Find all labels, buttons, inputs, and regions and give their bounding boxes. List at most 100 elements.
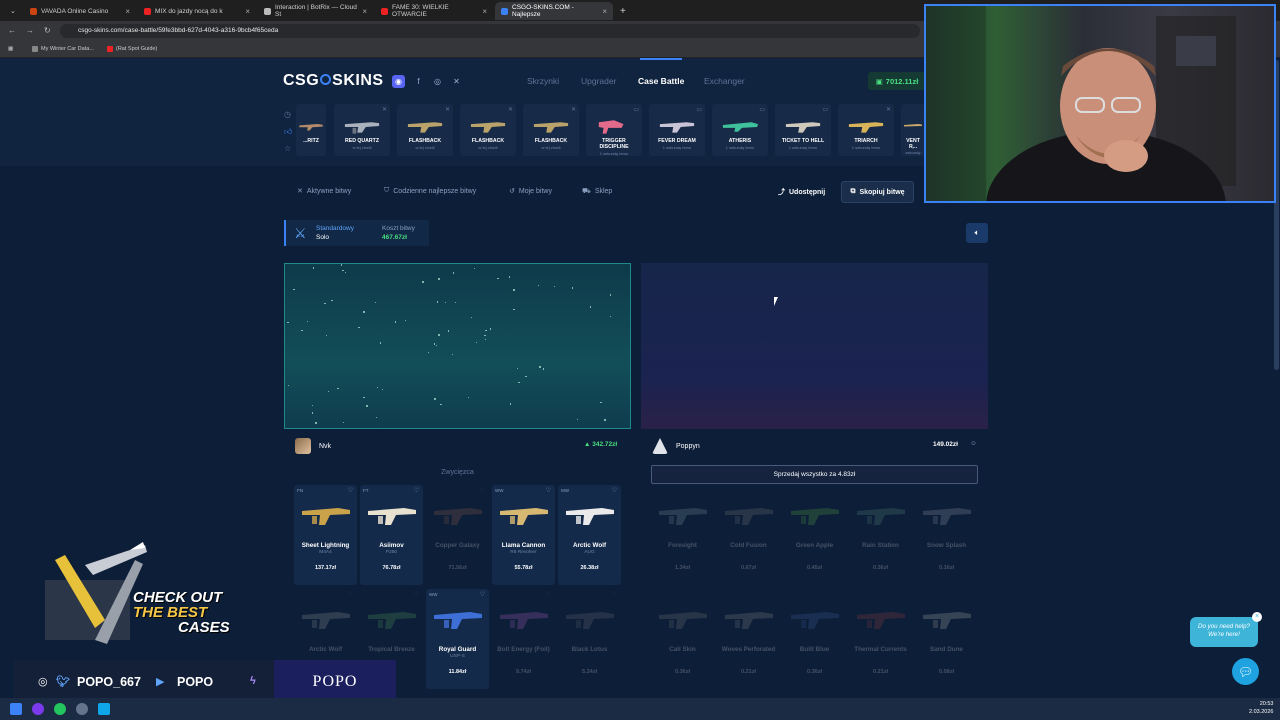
- star-particle: [600, 401, 602, 404]
- nav-skrzynki[interactable]: Skrzynki: [527, 76, 559, 86]
- item-card[interactable]: Sand Dune 0.08zł: [915, 589, 978, 689]
- tab-shop[interactable]: ⛟ Sklep: [582, 187, 612, 196]
- item-card[interactable]: Cali Skin 0.36zł: [651, 589, 714, 689]
- live-drop-card[interactable]: ▭ TRIGGER DISCIPLINE 1 sekundę temu: [586, 104, 642, 156]
- live-drop-card[interactable]: ✕ FLASHBACK w tej chwili: [397, 104, 453, 156]
- close-icon[interactable]: ✕: [382, 106, 387, 113]
- browser-tab[interactable]: Interaction | BotRix — Cloud St ×: [258, 2, 373, 20]
- item-card[interactable]: Rain Station 0.36zł: [849, 485, 912, 585]
- live-drop-card[interactable]: ✕ FLASHBACK w tej chwili: [523, 104, 579, 156]
- heart-icon[interactable]: ♡: [480, 591, 485, 598]
- close-icon[interactable]: ×: [482, 7, 487, 16]
- apps-icon[interactable]: ▦: [8, 46, 13, 52]
- app-icon[interactable]: [98, 703, 110, 715]
- item-card[interactable]: Woves Perforated 0.21zł: [717, 589, 780, 689]
- heart-icon[interactable]: ♡: [612, 487, 617, 494]
- close-icon[interactable]: ×: [362, 7, 367, 16]
- youtube-icon: [107, 46, 113, 52]
- bookmark-item[interactable]: My Winter Car Data...: [32, 46, 94, 52]
- browser-tab-active[interactable]: CSGO-SKINS.COM - Najlepsze ×: [495, 2, 613, 20]
- close-icon[interactable]: ×: [245, 7, 250, 16]
- copy-battle-button[interactable]: ⧉ Skopiuj bitwę: [841, 181, 914, 203]
- system-clock[interactable]: 20:53 2.03.2026: [1249, 700, 1273, 716]
- live-drop-card[interactable]: VENT R... 1 sekundę: [901, 104, 925, 156]
- site-logo[interactable]: CSG SKINS: [283, 72, 384, 90]
- close-icon[interactable]: ✕: [508, 106, 513, 113]
- live-drop-card[interactable]: ▭ FEVER DREAM 1 sekundę temu: [649, 104, 705, 156]
- heart-icon[interactable]: ♡: [546, 591, 551, 598]
- item-card[interactable]: Bulit Blue 0.36zł: [783, 589, 846, 689]
- item-card[interactable]: Green Apple 0.45zł: [783, 485, 846, 585]
- heart-icon[interactable]: ♡: [612, 591, 617, 598]
- sound-toggle-button[interactable]: 🔈︎: [966, 223, 988, 243]
- item-card[interactable]: ♡ Bolt Energy (Foil) 9.74zł: [492, 589, 555, 689]
- item-card[interactable]: Thermal Currents 0.21zł: [849, 589, 912, 689]
- close-icon[interactable]: ×: [125, 7, 130, 16]
- close-icon[interactable]: ✕: [571, 106, 576, 113]
- url-input[interactable]: csgo-skins.com/case-battle/59fe3bbd-627d…: [60, 24, 920, 38]
- live-drop-card[interactable]: ...RITZ: [296, 104, 326, 156]
- item-card[interactable]: WW ♡ Royal Guard USP-S 11.84zł: [426, 589, 489, 689]
- browser-tab[interactable]: FAME 30: WIELKIE OTWARCIE ×: [375, 2, 493, 20]
- item-card[interactable]: WW ♡ Llama Cannon R8 Revolver 55.78zł: [492, 485, 555, 585]
- tab-active-battles[interactable]: ✕ Aktywne bitwy: [297, 187, 351, 196]
- star-icon[interactable]: ☆: [284, 140, 292, 157]
- live-drop-card[interactable]: ✕ RED QUARTZ w tej chwili: [334, 104, 390, 156]
- item-name: Green Apple: [795, 542, 834, 549]
- item-card[interactable]: Cold Fusion 0.67zł: [717, 485, 780, 585]
- help-bubble[interactable]: Do you need help? We're here!: [1190, 617, 1258, 647]
- discord-icon[interactable]: ◉: [392, 75, 405, 88]
- item-card[interactable]: ♡ Black Lotus 5.24zł: [558, 589, 621, 689]
- tab-list-button[interactable]: ⌄: [4, 2, 24, 20]
- thumb-up-icon[interactable]: 👍︎: [284, 123, 292, 140]
- bookmark-item[interactable]: (Rat Spot Guide): [107, 46, 157, 52]
- app-icon[interactable]: [76, 703, 88, 715]
- star-particle: [395, 321, 397, 323]
- item-card[interactable]: Foresight 1.34zł: [651, 485, 714, 585]
- heart-icon[interactable]: ♡: [348, 591, 353, 598]
- browser-tab[interactable]: VAVADA Online Casino ×: [24, 2, 136, 20]
- windows-start-icon[interactable]: [10, 703, 22, 715]
- new-tab-button[interactable]: +: [614, 2, 630, 20]
- nav-exchanger[interactable]: Exchanger: [704, 76, 745, 86]
- sell-all-button[interactable]: Sprzedaj wszystko za 4.83zł: [651, 465, 978, 484]
- share-button[interactable]: ⤴ Udostępnij: [778, 181, 825, 203]
- live-drop-card[interactable]: ✕ TRIARCH 1 sekundę temu: [838, 104, 894, 156]
- emoji-icon[interactable]: ☺: [970, 440, 977, 447]
- forward-icon[interactable]: →: [26, 26, 34, 35]
- close-icon[interactable]: ✕: [445, 106, 450, 113]
- item-card[interactable]: ♡ Copper Galaxy 71.56zł: [426, 485, 489, 585]
- heart-icon[interactable]: ♡: [348, 487, 353, 494]
- close-icon[interactable]: ✕: [886, 106, 891, 113]
- balance-badge[interactable]: ▣ 7012.11zł: [868, 72, 926, 90]
- clock-icon[interactable]: ◷: [284, 106, 292, 123]
- x-icon[interactable]: ✕: [450, 75, 463, 88]
- heart-icon[interactable]: ♡: [414, 487, 419, 494]
- tab-daily-best[interactable]: ⛉ Codzienne najlepsze bitwy: [384, 187, 476, 195]
- item-card[interactable]: Snow Splash 0.16zł: [915, 485, 978, 585]
- close-icon[interactable]: ×: [1252, 612, 1262, 622]
- nav-upgrader[interactable]: Upgrader: [581, 76, 616, 86]
- bookmark-favicon: [32, 46, 38, 52]
- item-card[interactable]: MW ♡ Arctic Wolf AUG 26.38zł: [558, 485, 621, 585]
- browser-tab[interactable]: MIX do jazdy nocą do k ×: [138, 2, 256, 20]
- instagram-icon[interactable]: ◎: [431, 75, 444, 88]
- app-icon[interactable]: [32, 703, 44, 715]
- facebook-icon[interactable]: f: [412, 75, 425, 88]
- chat-button[interactable]: 💬︎: [1232, 658, 1259, 685]
- item-card[interactable]: FN ♡ Sheet Lightning M4A4 137.17zł: [294, 485, 357, 585]
- live-drop-card[interactable]: ✕ FLASHBACK w tej chwili: [460, 104, 516, 156]
- item-name: Foresight: [668, 542, 697, 549]
- item-card[interactable]: FT ♡ Asiimov P250 76.78zł: [360, 485, 423, 585]
- nav-case-battle[interactable]: Case Battle: [638, 76, 684, 86]
- reload-icon[interactable]: ↻: [44, 26, 51, 35]
- heart-icon[interactable]: ♡: [414, 591, 419, 598]
- live-drop-card[interactable]: ▭ TICKET TO HELL 1 sekundę temu: [775, 104, 831, 156]
- close-icon[interactable]: ×: [602, 7, 607, 16]
- tab-my-battles[interactable]: ↺ Moje bitwy: [509, 187, 552, 196]
- back-icon[interactable]: ←: [8, 26, 16, 35]
- chrome-icon[interactable]: [54, 703, 66, 715]
- heart-icon[interactable]: ♡: [480, 487, 485, 494]
- live-drop-card[interactable]: ▭ ATHERIS 1 sekundę temu: [712, 104, 768, 156]
- heart-icon[interactable]: ♡: [546, 487, 551, 494]
